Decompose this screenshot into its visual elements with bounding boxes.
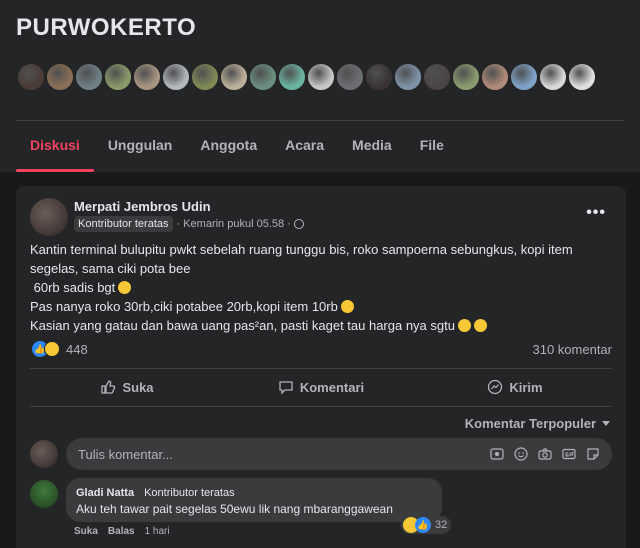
member-avatar[interactable] bbox=[509, 62, 539, 92]
divider bbox=[30, 368, 612, 369]
comment-author[interactable]: Gladi Natta bbox=[76, 487, 134, 499]
group-header: PURWOKERTO Diskusi Unggulan Anggota Acar… bbox=[0, 0, 640, 172]
rofl-emoji-icon bbox=[118, 281, 132, 294]
share-label: Kirim bbox=[509, 379, 543, 395]
comment-time[interactable]: 1 hari bbox=[145, 526, 170, 537]
member-avatar[interactable] bbox=[103, 62, 133, 92]
sticker-icon[interactable] bbox=[584, 445, 602, 463]
like-reaction-icon: 👍 bbox=[415, 517, 431, 533]
post-body: Kantin terminal bulupitu pwkt sebelah ru… bbox=[30, 240, 620, 335]
comment-count[interactable]: 310 komentar bbox=[533, 342, 613, 357]
comment-sort-dropdown[interactable]: Komentar Terpopuler bbox=[465, 416, 610, 431]
smile-emoji-icon bbox=[473, 319, 487, 332]
group-tabs: Diskusi Unggulan Anggota Acara Media Fil… bbox=[16, 122, 458, 172]
commenter-avatar[interactable] bbox=[30, 480, 58, 508]
tab-diskusi[interactable]: Diskusi bbox=[16, 122, 94, 172]
comment-reactions[interactable]: 👍 32 bbox=[401, 516, 452, 534]
comment-tools bbox=[482, 445, 602, 463]
comment-button[interactable]: Komentari bbox=[224, 372, 418, 402]
worried-emoji-icon bbox=[340, 300, 354, 313]
divider bbox=[30, 406, 612, 407]
member-avatar[interactable] bbox=[248, 62, 278, 92]
post-line-with-emoji: 60rb sadis bgt bbox=[30, 278, 620, 297]
tab-media[interactable]: Media bbox=[338, 122, 406, 172]
post-line-with-emoji: Kasian yang gatau dan bawa uang pas²an, … bbox=[30, 316, 620, 335]
member-avatars[interactable] bbox=[16, 62, 597, 92]
member-avatar[interactable] bbox=[219, 62, 249, 92]
member-avatar[interactable] bbox=[306, 62, 336, 92]
like-label: Suka bbox=[122, 379, 154, 395]
author-avatar[interactable] bbox=[30, 198, 68, 236]
member-avatar[interactable] bbox=[161, 62, 191, 92]
sort-label: Komentar Terpopuler bbox=[464, 416, 596, 431]
member-avatar[interactable] bbox=[190, 62, 220, 92]
header-divider bbox=[16, 120, 624, 121]
member-avatar[interactable] bbox=[16, 62, 46, 92]
member-avatar[interactable] bbox=[335, 62, 365, 92]
messenger-icon bbox=[488, 379, 503, 395]
post-author[interactable]: Merpati Jembros Udin bbox=[74, 199, 211, 214]
sad-emoji-icon bbox=[457, 319, 471, 332]
globe-icon bbox=[293, 219, 304, 229]
reaction-summary[interactable]: 👍 448 bbox=[32, 341, 88, 357]
post-line: 60rb sadis bgt bbox=[30, 280, 116, 295]
member-avatar[interactable] bbox=[364, 62, 394, 92]
like-button[interactable]: Suka bbox=[30, 372, 224, 402]
post-line: Kasian yang gatau dan bawa uang pas²an, … bbox=[30, 318, 455, 333]
chevron-down-icon bbox=[602, 421, 610, 426]
thumbs-up-icon bbox=[101, 380, 116, 394]
member-avatar[interactable] bbox=[567, 62, 597, 92]
tab-acara[interactable]: Acara bbox=[271, 122, 338, 172]
top-contributor-badge: Kontributor teratas bbox=[74, 216, 173, 232]
comment-author-row: Gladi Natta Kontributor teratas bbox=[76, 485, 243, 501]
top-contributor-badge: Kontributor teratas bbox=[140, 485, 239, 501]
comment-input[interactable] bbox=[78, 438, 378, 470]
comment-like-link[interactable]: Suka bbox=[74, 526, 98, 537]
member-avatar[interactable] bbox=[422, 62, 452, 92]
comment-icon bbox=[279, 381, 293, 395]
more-options-icon[interactable]: ••• bbox=[586, 204, 606, 222]
member-avatar[interactable] bbox=[538, 62, 568, 92]
comment-label: Komentari bbox=[299, 379, 365, 395]
tab-unggulan[interactable]: Unggulan bbox=[94, 122, 187, 172]
avatar-sticker-icon[interactable] bbox=[488, 445, 506, 463]
member-avatar[interactable] bbox=[132, 62, 162, 92]
post-time[interactable]: · Kemarin pukul 05.58 · bbox=[177, 218, 291, 230]
comment-bubble: Gladi Natta Kontributor teratas Aku teh … bbox=[66, 478, 442, 522]
comment-reaction-count: 32 bbox=[435, 519, 448, 531]
group-title: PURWOKERTO bbox=[16, 14, 197, 41]
member-avatar[interactable] bbox=[393, 62, 423, 92]
share-button[interactable]: Kirim bbox=[418, 372, 612, 402]
post-actions: Suka Komentari Kirim bbox=[30, 372, 612, 402]
post-meta: Kontributor teratas · Kemarin pukul 05.5… bbox=[74, 216, 304, 232]
emoji-icon[interactable] bbox=[512, 445, 530, 463]
member-avatar[interactable] bbox=[277, 62, 307, 92]
post-line: Pas nanya roko 30rb,ciki potabee 20rb,ko… bbox=[30, 299, 338, 314]
gif-icon[interactable] bbox=[560, 445, 578, 463]
reaction-count: 448 bbox=[66, 341, 88, 357]
comment-text: Aku teh tawar pait segelas 50ewu lik nan… bbox=[76, 502, 393, 516]
post-line: Kantin terminal bulupitu pwkt sebelah ru… bbox=[30, 242, 573, 257]
post-card: Merpati Jembros Udin Kontributor teratas… bbox=[16, 186, 626, 548]
post-line-with-emoji: Pas nanya roko 30rb,ciki potabee 20rb,ko… bbox=[30, 297, 620, 316]
post-line: segelas, sama ciki pota bee bbox=[30, 261, 191, 276]
comment-reply-link[interactable]: Balas bbox=[108, 526, 135, 537]
comment-actions: Suka Balas 1 hari bbox=[74, 526, 180, 537]
tab-anggota[interactable]: Anggota bbox=[186, 122, 271, 172]
member-avatar[interactable] bbox=[74, 62, 104, 92]
member-avatar[interactable] bbox=[45, 62, 75, 92]
current-user-avatar[interactable] bbox=[30, 440, 58, 468]
camera-icon[interactable] bbox=[536, 445, 554, 463]
comment-box bbox=[66, 438, 612, 470]
member-avatar[interactable] bbox=[480, 62, 510, 92]
tab-file[interactable]: File bbox=[406, 122, 458, 172]
wow-reaction-icon bbox=[44, 341, 60, 357]
member-avatar[interactable] bbox=[451, 62, 481, 92]
